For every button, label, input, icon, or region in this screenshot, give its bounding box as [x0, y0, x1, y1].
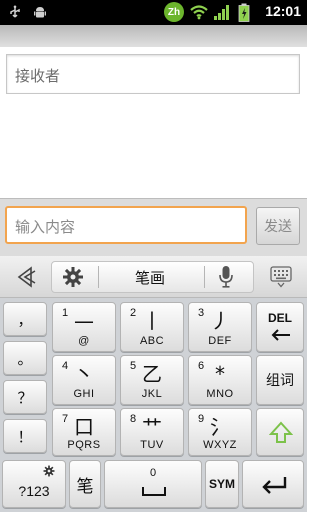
- symbol-key-label: SYM: [208, 477, 235, 491]
- punct-key-label: ？: [17, 388, 33, 407]
- stroke-key-4[interactable]: 4 丶 GHI: [52, 355, 116, 405]
- key-letters: WXYZ: [203, 439, 237, 451]
- key-letters: TUV: [140, 439, 164, 451]
- shift-arrow-icon: [269, 421, 293, 443]
- key-stroke: 丿: [210, 309, 230, 333]
- key-letters: MNO: [206, 388, 234, 400]
- key-stroke: 丶: [74, 362, 94, 386]
- wifi-icon: [190, 5, 208, 20]
- stroke-key-8[interactable]: 8 艹 TUV: [120, 408, 184, 456]
- key-stroke: 乙: [142, 362, 162, 386]
- stroke-key-7[interactable]: 7 口 PQRS: [52, 408, 116, 456]
- delete-key[interactable]: DEL: [256, 302, 304, 352]
- number-mode-key[interactable]: ?123: [2, 460, 66, 508]
- signal-icon: [214, 5, 229, 20]
- android-debug-icon: [34, 7, 46, 18]
- space-key[interactable]: 0: [104, 460, 202, 508]
- key-stroke: 艹: [142, 415, 162, 439]
- keyboard-layout-icon: [270, 266, 292, 288]
- send-button[interactable]: 发送: [256, 207, 300, 245]
- toolbar-divider: [204, 266, 205, 288]
- key-stroke: 丨: [142, 309, 162, 333]
- battery-charging-icon: [238, 3, 250, 22]
- key-letters: JKL: [141, 388, 163, 400]
- enter-key[interactable]: [242, 460, 304, 508]
- number-mode-label: ?123: [18, 483, 50, 499]
- stroke-mode-label: 笔: [76, 476, 94, 497]
- key-letters: GHI: [73, 388, 95, 400]
- punct-key-label: ！: [17, 427, 33, 446]
- settings-gear-icon: [63, 267, 83, 287]
- punct-key-comma[interactable]: ，: [3, 302, 47, 336]
- space-number-label: 0: [149, 467, 157, 479]
- shift-key[interactable]: [256, 408, 304, 456]
- stroke-key-5[interactable]: 5 乙 JKL: [120, 355, 184, 405]
- punct-key-period[interactable]: 。: [3, 341, 47, 375]
- recipient-input[interactable]: 接收者: [6, 54, 300, 94]
- stroke-key-2[interactable]: 2 丨 ABC: [120, 302, 184, 352]
- compose-word-key[interactable]: 组词: [256, 355, 304, 405]
- key-letters: ABC: [139, 335, 165, 347]
- key-letters: PQRS: [67, 439, 101, 451]
- microphone-icon: [219, 266, 233, 288]
- key-stroke: 氵: [210, 415, 230, 439]
- compose-word-label: 组词: [266, 373, 294, 389]
- stroke-mode-key[interactable]: 笔: [69, 460, 101, 508]
- message-input[interactable]: 输入内容: [5, 206, 247, 244]
- punct-key-label: ，: [17, 310, 33, 329]
- key-stroke: —: [74, 309, 94, 333]
- symbol-key[interactable]: SYM: [205, 460, 239, 508]
- space-bar-icon: [142, 487, 166, 496]
- delete-label: DEL: [268, 311, 292, 325]
- stroke-key-6[interactable]: 6 * MNO: [188, 355, 252, 405]
- settings-button[interactable]: [58, 262, 88, 292]
- key-stroke: *: [215, 362, 225, 386]
- stroke-key-1[interactable]: 1 — @: [52, 302, 116, 352]
- stroke-key-3[interactable]: 3 丿 DEF: [188, 302, 252, 352]
- voice-input-button[interactable]: [212, 262, 240, 292]
- ime-badge: Zh: [164, 2, 184, 22]
- backspace-arrow-icon: [271, 329, 290, 341]
- status-clock: 12:01: [265, 3, 301, 19]
- punct-key-exclamation[interactable]: ！: [3, 419, 47, 453]
- collapse-keyboard-button[interactable]: [10, 262, 44, 292]
- keyboard-layout-button[interactable]: [266, 262, 296, 292]
- usb-icon: [10, 5, 20, 18]
- enter-arrow-icon: [262, 477, 287, 494]
- status-bar: Zh 12:01: [0, 0, 307, 25]
- key-stroke: 口: [74, 415, 94, 439]
- title-strip: [0, 25, 307, 47]
- punct-key-question[interactable]: ？: [3, 380, 47, 414]
- stroke-key-9[interactable]: 9 氵 WXYZ: [188, 408, 252, 456]
- collapse-keyboard-icon: [17, 266, 36, 288]
- settings-small-icon: [43, 465, 55, 477]
- key-letters: @: [78, 335, 90, 347]
- input-mode-label[interactable]: 笔画: [108, 262, 192, 292]
- punct-key-label: 。: [17, 349, 33, 368]
- key-letters: DEF: [208, 335, 232, 347]
- toolbar-divider: [98, 266, 99, 288]
